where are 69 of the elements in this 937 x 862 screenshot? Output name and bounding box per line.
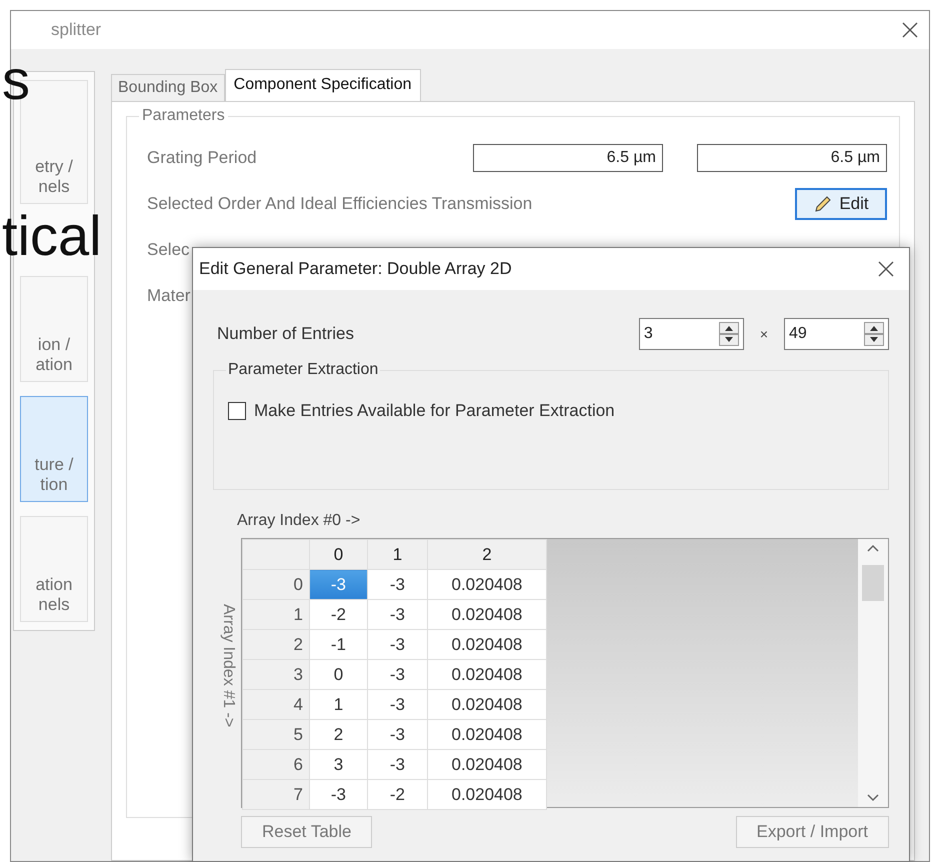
sidebar-item[interactable]: ion / ation bbox=[20, 276, 88, 382]
row-header[interactable]: 2 bbox=[242, 630, 310, 660]
scroll-thumb[interactable] bbox=[862, 565, 884, 601]
column-header[interactable]: 0 bbox=[309, 540, 368, 570]
spin-field[interactable]: 3 bbox=[638, 318, 744, 350]
checkbox-label[interactable]: Make Entries Available for Parameter Extraction bbox=[254, 401, 615, 421]
parameter-label: Selected Order And Ideal Efficiencies Transmission bbox=[147, 194, 532, 214]
pencil-icon bbox=[813, 194, 834, 214]
table-cell[interactable]: -3 bbox=[367, 570, 428, 600]
scroll-up-icon[interactable] bbox=[867, 543, 879, 553]
table-cell[interactable]: 0.020408 bbox=[427, 660, 546, 690]
sidebar-item[interactable]: ation nels bbox=[20, 516, 88, 622]
spin-field[interactable]: 49 bbox=[784, 318, 889, 350]
table-cell[interactable]: 0.020408 bbox=[427, 570, 546, 600]
parameter-label: Selec bbox=[147, 240, 190, 260]
checkbox[interactable] bbox=[228, 402, 246, 420]
table-cell[interactable]: -3 bbox=[367, 750, 428, 780]
slide-text: tical bbox=[2, 208, 102, 264]
parameter-label: Mater bbox=[147, 286, 190, 306]
times-sign: × bbox=[760, 326, 768, 342]
table-cell[interactable]: 0.020408 bbox=[427, 780, 546, 810]
table-cell[interactable]: 0.020408 bbox=[427, 690, 546, 720]
scrollbar[interactable] bbox=[858, 539, 888, 807]
dialog-title: Edit General Parameter: Double Array 2D bbox=[199, 259, 512, 279]
table-cell[interactable]: 0.020408 bbox=[427, 630, 546, 660]
table-cell[interactable]: 2 bbox=[309, 720, 368, 750]
table-cell[interactable]: -2 bbox=[367, 780, 428, 810]
window-title: splitter bbox=[51, 20, 102, 40]
tab[interactable]: Bounding Box bbox=[111, 74, 225, 101]
table-cell[interactable]: 0.020408 bbox=[427, 600, 546, 630]
table-cell[interactable]: 3 bbox=[309, 750, 368, 780]
input-field[interactable]: 6.5 µm bbox=[473, 144, 663, 172]
spin-arrows-icon[interactable] bbox=[718, 322, 739, 346]
row-header[interactable]: 5 bbox=[242, 720, 310, 750]
sidebar-item[interactable]: ture / tion bbox=[20, 396, 88, 502]
table-cell[interactable]: -3 bbox=[367, 660, 428, 690]
close-icon[interactable] bbox=[901, 21, 919, 39]
table-cell[interactable]: 0.020408 bbox=[427, 750, 546, 780]
spin-arrows-icon[interactable] bbox=[864, 322, 884, 346]
table-cell[interactable]: -3 bbox=[367, 600, 428, 630]
tab[interactable]: Component Specification bbox=[224, 69, 421, 101]
axis-label: Array Index #0 -> bbox=[237, 512, 362, 530]
table-cell[interactable]: 0 bbox=[309, 660, 368, 690]
edit-button[interactable]: Edit bbox=[795, 188, 887, 220]
input-field[interactable]: 6.5 µm bbox=[697, 144, 887, 172]
table-cell[interactable]: -3 bbox=[367, 690, 428, 720]
scroll-down-icon[interactable] bbox=[867, 793, 879, 803]
row-header[interactable]: 6 bbox=[242, 750, 310, 780]
table-cell[interactable]: -1 bbox=[309, 630, 368, 660]
table-cell[interactable]: 1 bbox=[309, 690, 368, 720]
row-header[interactable]: 7 bbox=[242, 780, 310, 810]
table-cell[interactable]: -2 bbox=[309, 600, 368, 630]
close-icon[interactable] bbox=[877, 260, 895, 278]
dialog-button[interactable]: Reset Table bbox=[241, 816, 372, 848]
column-header[interactable]: 2 bbox=[427, 540, 546, 570]
table-cell[interactable]: 0.020408 bbox=[427, 720, 546, 750]
row-header[interactable]: 0 bbox=[242, 570, 310, 600]
row-header[interactable]: 1 bbox=[242, 600, 310, 630]
dialog-button[interactable]: Export / Import bbox=[736, 816, 889, 848]
parameter-label: Grating Period bbox=[147, 148, 257, 168]
axis-label: Array Index #1 -> bbox=[218, 603, 237, 730]
table-cell[interactable]: -3 bbox=[367, 720, 428, 750]
column-header[interactable]: 1 bbox=[367, 540, 428, 570]
table-cell[interactable]: -3 bbox=[367, 630, 428, 660]
corner-cell bbox=[242, 540, 310, 570]
field-label: Number of Entries bbox=[217, 324, 354, 344]
table-cell[interactable]: -3 bbox=[309, 780, 368, 810]
row-header[interactable]: 3 bbox=[242, 660, 310, 690]
row-header[interactable]: 4 bbox=[242, 690, 310, 720]
